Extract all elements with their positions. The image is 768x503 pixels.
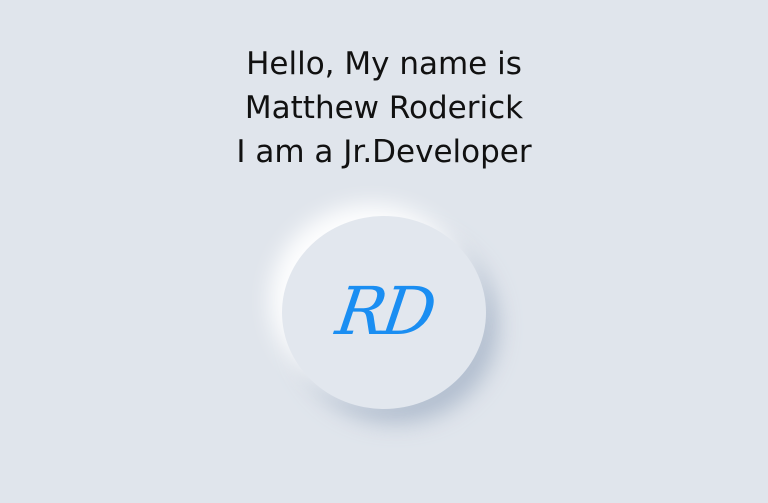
greeting-line: Hello, My name is <box>246 46 522 82</box>
role-line: I am a Jr.Developer <box>236 134 532 170</box>
logo-button[interactable]: RD <box>282 216 486 409</box>
logo-initials: RD <box>331 273 437 350</box>
name-line: Matthew Roderick <box>244 90 524 126</box>
intro-text: Hello, My name is Matthew Roderick I am … <box>0 42 768 174</box>
page: Hello, My name is Matthew Roderick I am … <box>0 0 768 503</box>
